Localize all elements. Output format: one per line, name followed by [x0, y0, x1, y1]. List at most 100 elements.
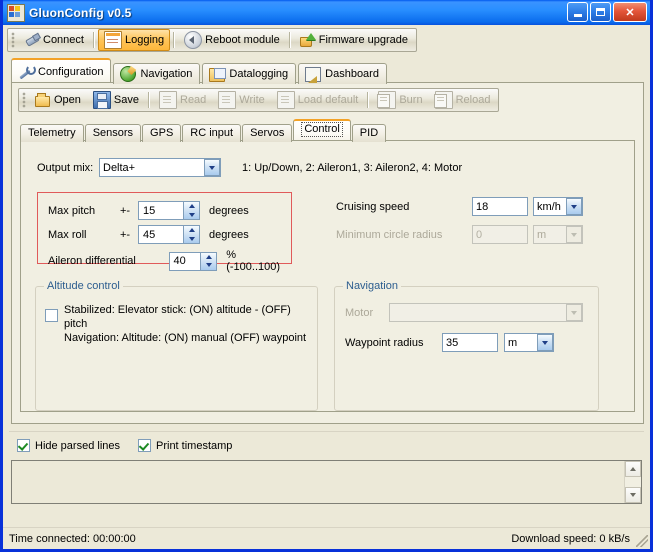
aileron-differential-spin-up[interactable]: [201, 253, 216, 262]
cruising-speed-input[interactable]: 18: [472, 197, 528, 216]
cruising-speed-unit: km/h: [537, 200, 561, 213]
cruising-speed-row: Cruising speed 18 km/h: [336, 197, 583, 216]
aileron-differential-spin-down[interactable]: [201, 261, 216, 270]
tab-gps-label: GPS: [150, 127, 174, 139]
aileron-differential-unit: % (-100..100): [226, 249, 281, 273]
altitude-control-checkbox-row[interactable]: Stabilized: Elevator stick: (ON) altitud…: [45, 303, 317, 345]
hide-parsed-lines-checkbox[interactable]: [17, 439, 30, 452]
max-pitch-spin-down[interactable]: [184, 211, 199, 220]
tab-pid[interactable]: PID: [351, 124, 387, 142]
open-label: Open: [54, 94, 81, 106]
tab-navigation[interactable]: Navigation: [113, 63, 201, 84]
max-roll-spin-up[interactable]: [184, 226, 199, 235]
toolbar-grip[interactable]: [11, 32, 15, 48]
save-button[interactable]: Save: [87, 89, 145, 111]
resize-grip[interactable]: [636, 535, 648, 547]
waypoint-radius-unit-combo[interactable]: m: [504, 333, 554, 352]
max-pitch-unit: degrees: [209, 204, 249, 217]
aileron-differential-label: Aileron differential: [48, 255, 136, 267]
max-roll-label: Max roll: [48, 228, 87, 241]
max-pitch-spin-buttons[interactable]: [183, 202, 199, 219]
tab-control[interactable]: Control: [293, 119, 351, 140]
log-options-row: Hide parsed lines Print timestamp: [17, 439, 650, 452]
log-scrollbar[interactable]: [624, 461, 641, 503]
file-toolbar-grip[interactable]: [22, 92, 26, 108]
triangle-down-icon: [188, 236, 195, 241]
firmware-upgrade-button[interactable]: Firmware upgrade: [294, 29, 414, 51]
status-bar: Time connected: 00:00:00 Download speed:…: [3, 527, 650, 549]
cruising-speed-unit-dropdown-button[interactable]: [566, 198, 582, 215]
output-mix-dropdown-button[interactable]: [204, 159, 220, 176]
tab-telemetry-label: Telemetry: [28, 127, 76, 139]
scroll-down-button[interactable]: [625, 487, 641, 503]
max-roll-spin-buttons[interactable]: [183, 226, 199, 243]
chevron-down-icon: [571, 310, 577, 315]
max-roll-stepper[interactable]: 45: [138, 225, 200, 244]
chevron-down-icon: [571, 204, 577, 209]
max-pitch-spin-up[interactable]: [184, 202, 199, 211]
triangle-up-icon: [630, 467, 636, 471]
burn-label: Burn: [399, 94, 423, 106]
tab-servos[interactable]: Servos: [242, 124, 293, 142]
folder-open-icon: [35, 92, 51, 108]
print-timestamp-checkbox[interactable]: [138, 439, 151, 452]
load-default-label: Load default: [297, 94, 359, 106]
scroll-up-button[interactable]: [625, 461, 641, 477]
tab-telemetry[interactable]: Telemetry: [20, 124, 84, 142]
file-toolbar: Open Save Read Write Load default Burn R…: [18, 88, 500, 112]
max-pitch-stepper[interactable]: 15: [138, 201, 200, 220]
write-label: Write: [239, 94, 265, 106]
open-button[interactable]: Open: [29, 89, 87, 111]
tab-gps[interactable]: GPS: [142, 124, 182, 142]
output-mix-combo[interactable]: Delta+: [99, 158, 221, 177]
log-output-text[interactable]: [12, 461, 624, 503]
read-button: Read: [153, 89, 212, 111]
maximize-button[interactable]: [590, 2, 611, 22]
hide-parsed-lines-option[interactable]: Hide parsed lines: [17, 439, 120, 452]
logging-label: Logging: [124, 34, 165, 46]
tab-datalogging[interactable]: Datalogging: [202, 63, 297, 84]
firmware-upgrade-label: Firmware upgrade: [318, 34, 409, 46]
output-mix-label: Output mix:: [37, 161, 94, 174]
save-label: Save: [113, 94, 139, 106]
main-toolbar: Connect Logging Reboot module Firmware u…: [7, 28, 418, 52]
aileron-differential-spin-buttons[interactable]: [200, 252, 217, 270]
waypoint-radius-unit-dropdown-button[interactable]: [537, 334, 553, 351]
waypoint-radius-input[interactable]: 35: [442, 333, 498, 352]
print-timestamp-option[interactable]: Print timestamp: [138, 439, 232, 452]
wrench-icon: [18, 64, 36, 79]
waypoint-radius-unit: m: [508, 336, 518, 349]
document-icon: [276, 91, 295, 109]
connect-button[interactable]: Connect: [18, 29, 90, 51]
triangle-down-icon: [188, 212, 195, 217]
aileron-differential-stepper[interactable]: 40: [168, 251, 218, 271]
tab-configuration[interactable]: Configuration: [11, 58, 112, 82]
load-default-button: Load default: [271, 89, 365, 111]
max-roll-unit: degrees: [209, 228, 249, 241]
close-button[interactable]: ✕: [613, 2, 647, 22]
minimize-button[interactable]: [567, 2, 588, 22]
limits-group: Max pitch +- 15 degrees Max roll +- 45 d…: [37, 192, 292, 273]
max-pitch-prefix: +-: [120, 204, 131, 217]
minimum-circle-radius-unit-combo: m: [533, 225, 583, 244]
logging-button[interactable]: Logging: [97, 29, 171, 51]
tab-rc-input[interactable]: RC input: [182, 124, 242, 142]
cruising-speed-unit-combo[interactable]: km/h: [533, 197, 583, 216]
maximize-icon: [596, 8, 605, 16]
waypoint-radius-value: 35: [446, 336, 459, 349]
reboot-icon: [184, 31, 203, 49]
aileron-differential-row: Aileron differential 40 % (-100..100): [48, 249, 291, 273]
tab-sensors[interactable]: Sensors: [84, 124, 142, 142]
altitude-control-checkbox[interactable]: [45, 309, 58, 322]
toolbar-separator: [173, 32, 176, 48]
connect-label: Connect: [43, 34, 84, 46]
triangle-up-icon: [205, 254, 212, 259]
minimize-icon: [573, 14, 582, 17]
log-output-area[interactable]: [11, 460, 642, 504]
tab-control-label: Control: [301, 122, 343, 137]
triangle-up-icon: [188, 228, 195, 233]
tab-dashboard[interactable]: Dashboard: [298, 63, 387, 84]
max-roll-spin-down[interactable]: [184, 235, 199, 244]
reboot-module-button[interactable]: Reboot module: [178, 29, 286, 51]
config-tabstrip: Telemetry Sensors GPS RC input Servos Co…: [20, 119, 635, 142]
